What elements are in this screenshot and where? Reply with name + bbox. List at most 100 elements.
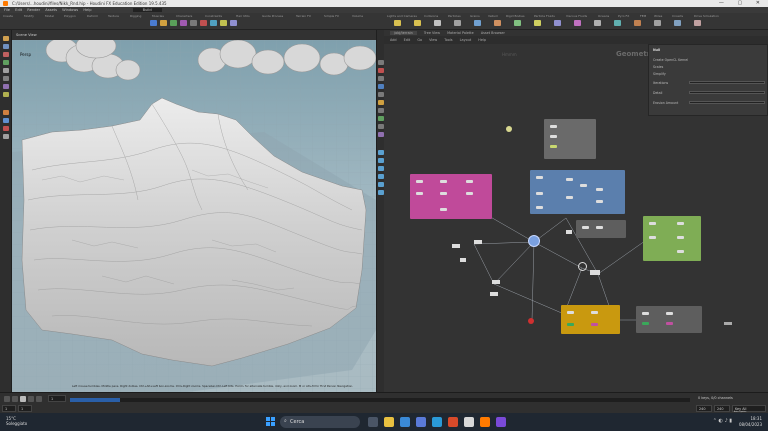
scale-tool-icon[interactable]: [3, 60, 9, 65]
node[interactable]: [580, 184, 587, 187]
node[interactable]: [550, 135, 557, 138]
render-region-icon[interactable]: [3, 126, 9, 131]
box-tool-icon[interactable]: [150, 20, 157, 26]
shelf-tab-viscous-fluids[interactable]: Viscous Fluids: [566, 14, 587, 18]
move-tool-icon[interactable]: [3, 44, 9, 49]
select-tool-icon[interactable]: [3, 36, 9, 41]
network-menu-view[interactable]: View: [429, 38, 437, 42]
flipbook-icon[interactable]: [3, 118, 9, 123]
shelf-tab-volume[interactable]: Volume: [352, 14, 363, 18]
current-frame-field[interactable]: 1: [48, 395, 66, 402]
view-tool-icon[interactable]: [3, 84, 9, 89]
null-tool-icon[interactable]: [200, 20, 207, 26]
network-menu-layout[interactable]: Layout: [460, 38, 472, 42]
network-menu-tools[interactable]: Tools: [444, 38, 452, 42]
step-back-icon[interactable]: [12, 396, 18, 402]
node[interactable]: [642, 322, 649, 325]
scene-viewport[interactable]: Persp Left mouse tumbles. Middle pans. R…: [12, 40, 376, 392]
rotate-tool-icon[interactable]: [3, 52, 9, 57]
switcher-icon[interactable]: [694, 20, 701, 26]
area-light-icon[interactable]: [434, 20, 441, 26]
system-tray-icons[interactable]: ⌃ ◐ ♪ ▮: [713, 418, 732, 424]
network-box-gray-bottom[interactable]: [636, 306, 702, 333]
snap-tool-icon[interactable]: [3, 110, 9, 115]
network-menu-go[interactable]: Go: [417, 38, 422, 42]
node[interactable]: [677, 250, 684, 253]
chrome-icon[interactable]: [464, 417, 474, 427]
network-box-gray-mid[interactable]: [576, 220, 626, 238]
shelf-tab-muscles[interactable]: Muscles: [152, 14, 164, 18]
node[interactable]: [440, 192, 447, 195]
node[interactable]: [566, 230, 572, 234]
task-view-icon[interactable]: [368, 417, 378, 427]
node[interactable]: [536, 192, 543, 195]
mail-icon[interactable]: [432, 417, 442, 427]
caustic-light-icon[interactable]: [574, 20, 581, 26]
shelf-tab-hair-utils[interactable]: Hair Utils: [236, 14, 250, 18]
grid-tool-icon[interactable]: [190, 20, 197, 26]
shelf-tab-rigging[interactable]: Rigging: [130, 14, 141, 18]
node[interactable]: [677, 236, 684, 239]
environment-light-icon[interactable]: [514, 20, 521, 26]
node[interactable]: [642, 312, 649, 315]
shelf-tab-fem[interactable]: FEM: [640, 14, 646, 18]
camera-menu[interactable]: Persp: [20, 52, 31, 57]
edge-icon[interactable]: [400, 417, 410, 427]
shelf-tab-model[interactable]: Model: [45, 14, 54, 18]
end-frame-field[interactable]: 240: [696, 405, 712, 412]
stereo-camera-icon[interactable]: [634, 20, 641, 26]
shelf-tab-modify[interactable]: Modify: [24, 14, 34, 18]
weather-widget[interactable]: 15°C Soleggiato: [6, 416, 27, 426]
shelf-tab-vellum[interactable]: Vellum: [488, 14, 498, 18]
switch-node[interactable]: [578, 262, 587, 271]
curve-tool-icon[interactable]: [230, 20, 237, 26]
end-frame-field-2[interactable]: 240: [714, 405, 730, 412]
shelf-tab-characters[interactable]: Characters: [176, 14, 192, 18]
camera-icon[interactable]: [654, 20, 661, 26]
node[interactable]: [490, 292, 498, 296]
shelf-tab-wires[interactable]: Wires: [654, 14, 662, 18]
network-box-green[interactable]: [643, 216, 701, 261]
node[interactable]: [567, 323, 574, 326]
node[interactable]: [416, 192, 423, 195]
ambient-light-icon[interactable]: [614, 20, 621, 26]
sky-light-icon[interactable]: [534, 20, 541, 26]
shelf-tab-polygon[interactable]: Polygon: [64, 14, 76, 18]
node[interactable]: [666, 312, 673, 315]
node[interactable]: [452, 244, 460, 248]
window-controls[interactable]: — ▢ ✕: [719, 0, 766, 7]
play-icon[interactable]: [20, 396, 26, 402]
desktop-selector[interactable]: Build: [132, 8, 162, 12]
store-icon[interactable]: [416, 417, 426, 427]
gi-light-icon[interactable]: [554, 20, 561, 26]
error-node[interactable]: [528, 318, 534, 324]
taskbar-clock[interactable]: 18:31 08/04/2023: [739, 416, 762, 427]
shelf-tab-simple-fx[interactable]: Simple FX: [324, 14, 339, 18]
menu-help[interactable]: Help: [83, 8, 91, 12]
node[interactable]: [440, 208, 447, 211]
line-tool-icon[interactable]: [210, 20, 217, 26]
sphere-tool-icon[interactable]: [160, 20, 167, 26]
node[interactable]: [416, 180, 423, 183]
network-menu-help[interactable]: Help: [478, 38, 486, 42]
erosion-slider[interactable]: [689, 101, 765, 104]
network-box-blue[interactable]: [530, 170, 625, 214]
light-tool-icon[interactable]: [394, 20, 401, 26]
menu-edit[interactable]: Edit: [15, 8, 22, 12]
merge-node-selected[interactable]: [528, 235, 540, 247]
sticky-node[interactable]: [506, 126, 512, 132]
node[interactable]: [492, 280, 500, 284]
start-frame-field-2[interactable]: 1: [18, 405, 32, 412]
shelf-tab-guide-process[interactable]: Guide Process: [262, 14, 283, 18]
menu-assets[interactable]: Assets: [45, 8, 57, 12]
node[interactable]: [649, 222, 656, 225]
node[interactable]: [666, 322, 673, 325]
vr-camera-icon[interactable]: [674, 20, 681, 26]
shelf-tab-particles[interactable]: Particles: [448, 14, 461, 18]
param-node-name[interactable]: Null: [653, 48, 660, 52]
shelf-tab-oceans[interactable]: Oceans: [598, 14, 609, 18]
start-frame-field[interactable]: 1: [2, 405, 16, 412]
node[interactable]: [591, 323, 598, 326]
network-menu-add[interactable]: Add: [390, 38, 397, 42]
node[interactable]: [567, 311, 574, 314]
